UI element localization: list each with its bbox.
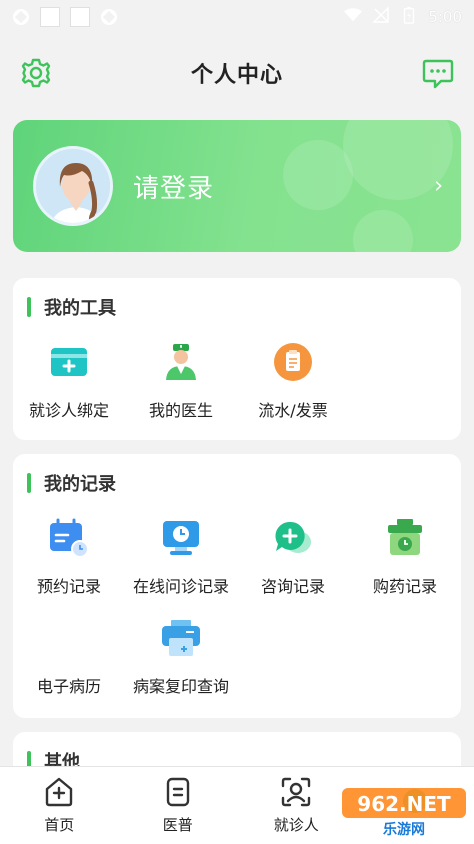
article-icon	[166, 777, 189, 807]
status-indicators: 5:00	[344, 6, 462, 28]
nav-item-health-education[interactable]: 医普	[119, 767, 238, 844]
medical-record-icon	[47, 616, 91, 660]
page-title: 个人中心	[190, 63, 283, 88]
section-accent-bar	[27, 473, 31, 493]
chevron-right-icon: ›	[434, 173, 443, 199]
notification-app-icon	[12, 8, 30, 26]
invoice-icon	[271, 340, 315, 384]
status-notifications	[12, 7, 118, 27]
doctor-icon	[159, 340, 203, 384]
no-signal-icon	[372, 6, 390, 28]
watermark: 962.NET 乐游网	[338, 774, 468, 840]
wifi-icon	[344, 6, 363, 28]
record-item-consultations[interactable]: 咨询记录	[237, 516, 349, 616]
bottom-nav: 首页 医普 就诊人 962.NET 乐游网	[0, 766, 474, 844]
login-card[interactable]: 请登录 ›	[13, 120, 461, 252]
avatar	[33, 146, 113, 226]
calendar-icon	[47, 516, 91, 560]
messages-button[interactable]	[420, 55, 456, 91]
tools-section: 我的工具 就诊人绑定 我的医生 流水/发票	[13, 278, 461, 440]
record-label: 病案复印查询	[132, 677, 229, 696]
tool-item-invoice[interactable]: 流水/发票	[237, 340, 349, 440]
chat-plus-icon	[271, 516, 315, 560]
tool-label: 流水/发票	[258, 401, 328, 420]
record-label: 电子病历	[36, 677, 101, 696]
records-grid: 预约记录 在线问诊记录 咨询记录 购药记录 电子病历 病案复印查询	[13, 516, 461, 716]
records-title: 我的记录	[44, 474, 116, 495]
settings-button[interactable]	[18, 55, 54, 91]
monitor-clock-icon	[159, 516, 203, 560]
record-item-medical-record[interactable]: 电子病历	[13, 616, 125, 716]
patient-card-icon	[47, 340, 91, 384]
printer-icon	[159, 616, 203, 660]
svg-text:962.NET: 962.NET	[357, 792, 451, 816]
record-item-online-consult[interactable]: 在线问诊记录	[125, 516, 237, 616]
header: 个人中心	[0, 34, 474, 112]
gear-icon	[21, 58, 51, 88]
section-title: 我的记录	[13, 472, 461, 495]
nav-label: 就诊人	[273, 816, 319, 834]
medicine-basket-icon	[383, 516, 427, 560]
battery-icon	[400, 6, 418, 28]
notification-square-icon	[70, 7, 90, 27]
record-item-appointments[interactable]: 预约记录	[13, 516, 125, 616]
nav-label: 医普	[162, 816, 193, 834]
tools-grid: 就诊人绑定 我的医生 流水/发票	[13, 340, 461, 440]
record-label: 预约记录	[36, 577, 101, 596]
tool-label: 我的医生	[148, 401, 213, 420]
status-time: 5:00	[428, 8, 462, 26]
home-icon	[46, 777, 73, 807]
scan-user-icon	[282, 777, 311, 807]
tools-title: 我的工具	[44, 298, 116, 319]
record-item-medicine[interactable]: 购药记录	[349, 516, 461, 616]
record-item-copy-query[interactable]: 病案复印查询	[125, 616, 237, 716]
record-label: 在线问诊记录	[132, 577, 229, 596]
notification-square-icon	[40, 7, 60, 27]
status-bar: 5:00	[0, 0, 474, 34]
login-prompt: 请登录	[133, 173, 215, 204]
record-label: 购药记录	[372, 577, 437, 596]
record-label: 咨询记录	[260, 577, 325, 596]
records-section: 我的记录 预约记录 在线问诊记录 咨询记录 购药记录 电子病历 病案复印查询	[13, 454, 461, 718]
nav-item-home[interactable]: 首页	[0, 767, 119, 844]
notification-app-icon	[100, 8, 118, 26]
chat-icon	[422, 59, 454, 89]
nav-label: 首页	[44, 816, 75, 834]
tool-label: 就诊人绑定	[28, 401, 109, 420]
tool-item-my-doctor[interactable]: 我的医生	[125, 340, 237, 440]
tool-item-patient-binding[interactable]: 就诊人绑定	[13, 340, 125, 440]
svg-text:乐游网: 乐游网	[383, 821, 425, 838]
section-accent-bar	[27, 297, 31, 317]
section-title: 我的工具	[13, 296, 461, 319]
